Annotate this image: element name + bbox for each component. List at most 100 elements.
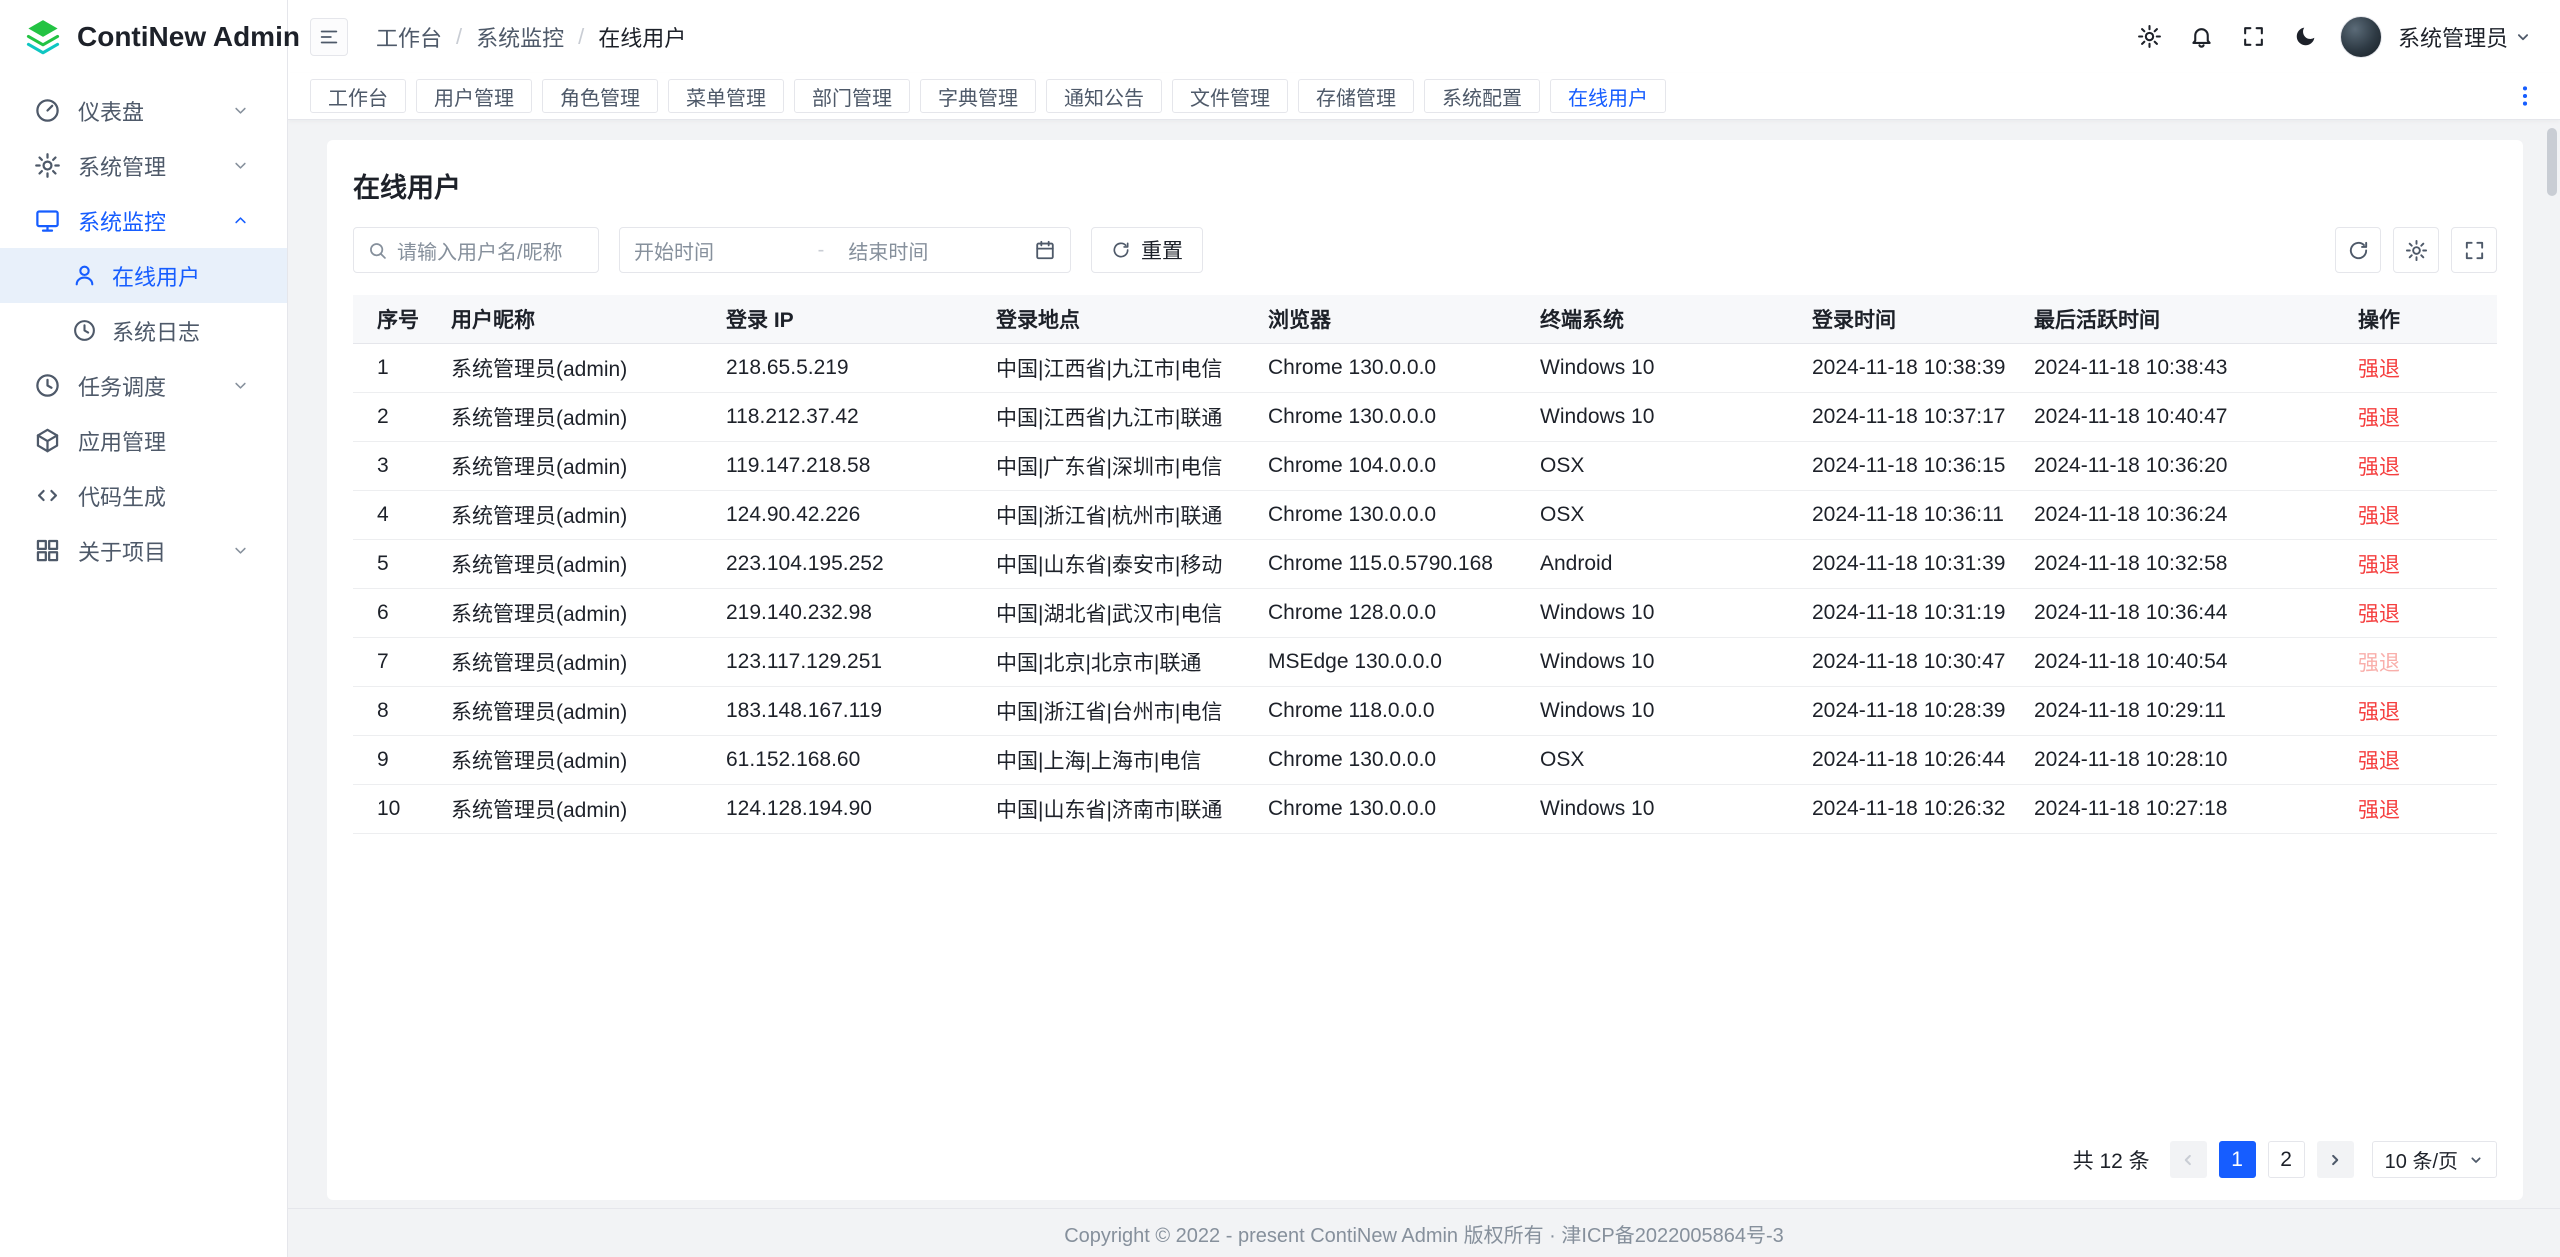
moon-icon bbox=[2293, 24, 2318, 49]
tab-9[interactable]: 系统配置 bbox=[1424, 79, 1540, 113]
table-settings-button[interactable] bbox=[2393, 227, 2439, 273]
force-logout-button[interactable]: 强退 bbox=[2358, 358, 2400, 381]
data-table: 序号用户昵称登录 IP登录地点浏览器终端系统登录时间最后活跃时间操作 1系统管理… bbox=[353, 295, 2497, 834]
pagination-prev-button[interactable] bbox=[2170, 1141, 2207, 1178]
cell-login_time: 2024-11-18 10:28:39 bbox=[1796, 686, 2018, 735]
force-logout-button[interactable]: 强退 bbox=[2358, 407, 2400, 430]
fullscreen-button[interactable] bbox=[2232, 15, 2276, 59]
force-logout-button[interactable]: 强退 bbox=[2358, 554, 2400, 577]
force-logout-button[interactable]: 强退 bbox=[2358, 701, 2400, 724]
cell-no: 9 bbox=[353, 735, 435, 784]
cell-last_active: 2024-11-18 10:36:44 bbox=[2018, 588, 2342, 637]
settings-button[interactable] bbox=[2128, 15, 2172, 59]
app-logo[interactable]: ContiNew Admin bbox=[0, 0, 287, 73]
sidebar-item-4[interactable]: 应用管理 bbox=[0, 413, 287, 468]
sidebar-item-1[interactable]: 系统管理 bbox=[0, 138, 287, 193]
cell-nickname: 系统管理员(admin) bbox=[435, 490, 710, 539]
sidebar-subitem-2-1[interactable]: 系统日志 bbox=[0, 303, 287, 358]
table-row: 5系统管理员(admin)223.104.195.252中国|山东省|泰安市|移… bbox=[353, 539, 2497, 588]
tab-6[interactable]: 通知公告 bbox=[1046, 79, 1162, 113]
tab-10[interactable]: 在线用户 bbox=[1550, 79, 1666, 113]
force-logout-button[interactable]: 强退 bbox=[2358, 750, 2400, 773]
sidebar-subitem-label: 系统日志 bbox=[112, 315, 200, 347]
tab-8[interactable]: 存储管理 bbox=[1298, 79, 1414, 113]
grid-icon bbox=[34, 537, 61, 564]
cell-login_time: 2024-11-18 10:31:19 bbox=[1796, 588, 2018, 637]
cell-login_time: 2024-11-18 10:26:32 bbox=[1796, 784, 2018, 833]
cell-no: 1 bbox=[353, 343, 435, 392]
cell-ip: 218.65.5.219 bbox=[710, 343, 980, 392]
cell-nickname: 系统管理员(admin) bbox=[435, 686, 710, 735]
sidebar-item-2[interactable]: 系统监控 bbox=[0, 193, 287, 248]
cell-no: 7 bbox=[353, 637, 435, 686]
pagination-next-button[interactable] bbox=[2317, 1141, 2354, 1178]
cell-action: 强退 bbox=[2342, 539, 2497, 588]
tab-5[interactable]: 字典管理 bbox=[920, 79, 1036, 113]
cell-last_active: 2024-11-18 10:38:43 bbox=[2018, 343, 2342, 392]
pagination-page-1[interactable]: 1 bbox=[2219, 1141, 2256, 1178]
breadcrumb-item[interactable]: 工作台 bbox=[376, 21, 442, 53]
breadcrumb-item[interactable]: 系统监控 bbox=[476, 21, 564, 53]
search-icon bbox=[367, 240, 388, 261]
footer-copyright: Copyright © 2022 - present ContiNew Admi… bbox=[1064, 1219, 1784, 1248]
cell-browser: MSEdge 130.0.0.0 bbox=[1252, 637, 1524, 686]
cell-os: Android bbox=[1524, 539, 1796, 588]
cell-location: 中国|上海|上海市|电信 bbox=[980, 735, 1252, 784]
cell-login_time: 2024-11-18 10:26:44 bbox=[1796, 735, 2018, 784]
sidebar-subitem-2-0[interactable]: 在线用户 bbox=[0, 248, 287, 303]
reset-button[interactable]: 重置 bbox=[1091, 227, 1203, 273]
table-refresh-button[interactable] bbox=[2335, 227, 2381, 273]
table-fullscreen-button[interactable] bbox=[2451, 227, 2497, 273]
cell-last_active: 2024-11-18 10:32:58 bbox=[2018, 539, 2342, 588]
header-actions: 系统管理员 bbox=[2128, 15, 2532, 59]
column-header: 浏览器 bbox=[1252, 295, 1524, 343]
chevron-down-icon bbox=[231, 101, 250, 120]
scrollbar-thumb[interactable] bbox=[2547, 128, 2557, 196]
sidebar-item-0[interactable]: 仪表盘 bbox=[0, 83, 287, 138]
sidebar-item-5[interactable]: 代码生成 bbox=[0, 468, 287, 523]
force-logout-button[interactable]: 强退 bbox=[2358, 603, 2400, 626]
cell-no: 8 bbox=[353, 686, 435, 735]
expand-icon bbox=[2463, 239, 2486, 262]
cell-location: 中国|浙江省|杭州市|联通 bbox=[980, 490, 1252, 539]
user-menu[interactable]: 系统管理员 bbox=[2398, 21, 2532, 53]
cell-browser: Chrome 118.0.0.0 bbox=[1252, 686, 1524, 735]
tab-more-icon[interactable] bbox=[2512, 83, 2538, 109]
sidebar-item-label: 关于项目 bbox=[78, 535, 166, 567]
force-logout-button[interactable]: 强退 bbox=[2358, 505, 2400, 528]
column-header: 序号 bbox=[353, 295, 435, 343]
column-header: 终端系统 bbox=[1524, 295, 1796, 343]
cell-browser: Chrome 104.0.0.0 bbox=[1252, 441, 1524, 490]
notifications-button[interactable] bbox=[2180, 15, 2224, 59]
tab-3[interactable]: 菜单管理 bbox=[668, 79, 784, 113]
pagination-page-2[interactable]: 2 bbox=[2268, 1141, 2305, 1178]
cell-last_active: 2024-11-18 10:36:20 bbox=[2018, 441, 2342, 490]
table-row: 9系统管理员(admin)61.152.168.60中国|上海|上海市|电信Ch… bbox=[353, 735, 2497, 784]
cell-os: OSX bbox=[1524, 735, 1796, 784]
tab-0[interactable]: 工作台 bbox=[310, 79, 406, 113]
search-input[interactable]: 请输入用户名/昵称 bbox=[353, 227, 599, 273]
sidebar-collapse-button[interactable] bbox=[310, 18, 348, 56]
force-logout-button[interactable]: 强退 bbox=[2358, 799, 2400, 822]
cell-last_active: 2024-11-18 10:40:54 bbox=[2018, 637, 2342, 686]
refresh-icon bbox=[2347, 239, 2370, 262]
cell-login_time: 2024-11-18 10:36:11 bbox=[1796, 490, 2018, 539]
dark-mode-button[interactable] bbox=[2284, 15, 2328, 59]
force-logout-button[interactable]: 强退 bbox=[2358, 456, 2400, 479]
tab-2[interactable]: 角色管理 bbox=[542, 79, 658, 113]
chevron-down-icon bbox=[2468, 1152, 2484, 1168]
tab-7[interactable]: 文件管理 bbox=[1172, 79, 1288, 113]
cell-location: 中国|湖北省|武汉市|电信 bbox=[980, 588, 1252, 637]
gear-icon bbox=[2405, 239, 2428, 262]
breadcrumb-item[interactable]: 在线用户 bbox=[598, 21, 686, 53]
tab-1[interactable]: 用户管理 bbox=[416, 79, 532, 113]
page-size-select[interactable]: 10 条/页 bbox=[2372, 1141, 2497, 1178]
sidebar-item-6[interactable]: 关于项目 bbox=[0, 523, 287, 578]
date-range-picker[interactable]: 开始时间 - 结束时间 bbox=[619, 227, 1071, 273]
cell-login_time: 2024-11-18 10:37:17 bbox=[1796, 392, 2018, 441]
cell-os: Windows 10 bbox=[1524, 637, 1796, 686]
cell-action: 强退 bbox=[2342, 735, 2497, 784]
sidebar-item-3[interactable]: 任务调度 bbox=[0, 358, 287, 413]
tab-4[interactable]: 部门管理 bbox=[794, 79, 910, 113]
avatar[interactable] bbox=[2340, 16, 2382, 58]
